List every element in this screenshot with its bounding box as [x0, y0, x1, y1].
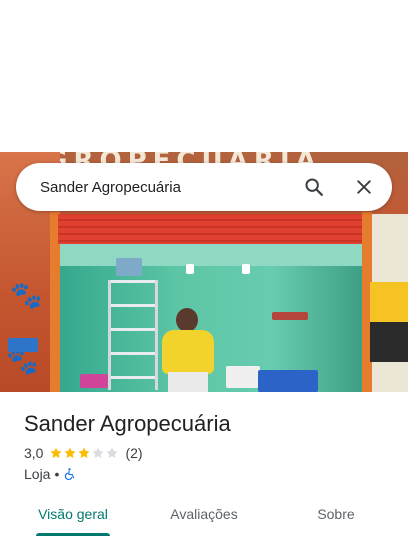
star-filled-icon — [78, 447, 91, 458]
person — [176, 308, 198, 332]
product-box — [116, 258, 142, 276]
star-filled-icon — [64, 447, 77, 458]
separator-dot: • — [54, 466, 60, 482]
wall-logo — [8, 338, 38, 352]
rating-value: 3,0 — [24, 445, 44, 461]
star-empty-icon — [92, 447, 105, 458]
person-shorts — [168, 372, 208, 392]
search-bar[interactable]: Sander Agropecuária — [16, 163, 392, 211]
place-title: Sander Agropecuária — [24, 411, 231, 436]
star-empty-icon — [106, 447, 119, 458]
search-button[interactable] — [294, 167, 334, 207]
wheelchair-icon[interactable] — [63, 467, 76, 481]
search-icon — [305, 178, 323, 196]
product-box — [258, 370, 318, 392]
wall-poster — [370, 282, 408, 362]
active-tab-indicator — [36, 533, 110, 536]
ceiling-lamp — [186, 264, 194, 274]
ceiling-lamp — [242, 264, 250, 274]
store-shelf — [108, 280, 158, 390]
person-shirt — [162, 330, 214, 374]
place-category: Loja — [24, 466, 51, 482]
rolling-shutter — [58, 214, 364, 244]
place-info-panel: Sander Agropecuária 3,0 (2) Loja • Visão… — [0, 392, 408, 544]
place-page: AGROPECUÁRIA 🐾 🐾 Sander Agropecuária San… — [0, 0, 408, 544]
paw-print-icon: 🐾 — [10, 280, 43, 310]
clear-search-button[interactable] — [344, 167, 384, 207]
tab-about[interactable]: Sobre — [296, 500, 376, 540]
store-ceiling — [60, 244, 362, 266]
search-query[interactable]: Sander Agropecuária — [40, 179, 294, 196]
review-count[interactable]: (2) — [125, 445, 142, 461]
tab-reviews[interactable]: Avaliações — [158, 500, 250, 540]
category-row: Loja • — [24, 466, 76, 482]
rating-row[interactable]: 3,0 (2) — [24, 445, 143, 461]
close-icon — [357, 180, 371, 194]
product-box — [226, 366, 260, 388]
star-filled-icon — [50, 447, 63, 458]
wall-shelf — [272, 312, 308, 320]
product-box — [80, 374, 108, 388]
rating-stars — [49, 446, 119, 460]
